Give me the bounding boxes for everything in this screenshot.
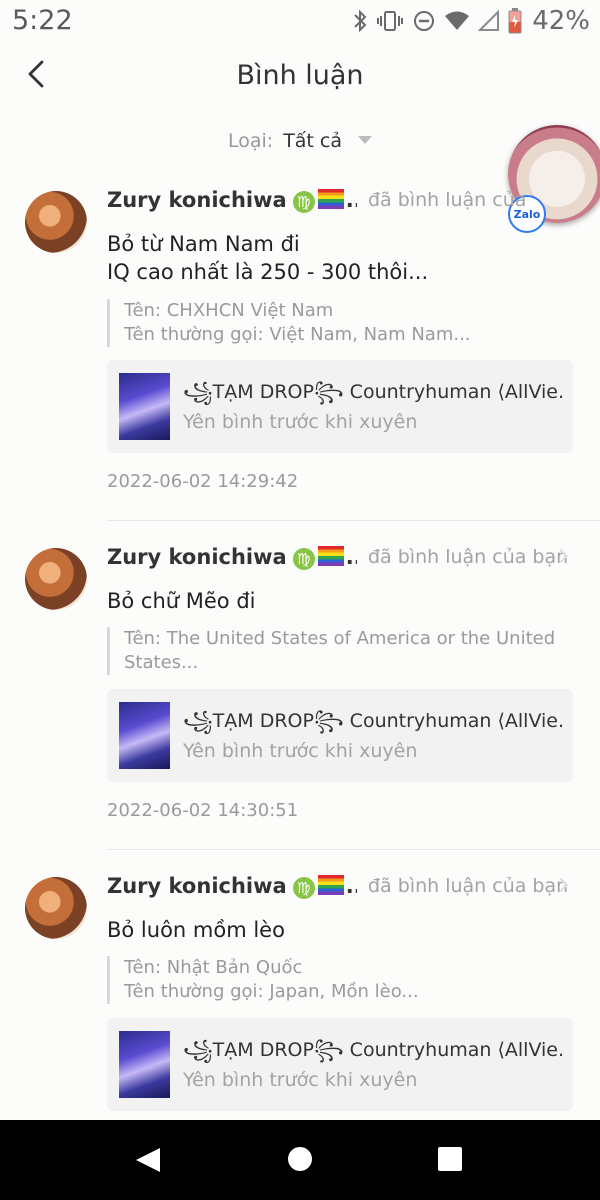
dnd-icon [414, 11, 435, 31]
rainbow-flag-icon [317, 875, 344, 895]
story-card[interactable]: ꧁TẠM DROP꧂ Countryhuman ⟨AllVie... Yên b… [107, 1018, 573, 1111]
comment-action-text: đã bình luận của bạn [368, 546, 569, 568]
vibrate-icon [377, 11, 404, 31]
rainbow-flag-icon [317, 546, 344, 566]
avatar[interactable] [25, 548, 87, 610]
divider [107, 520, 600, 521]
quoted-text: Tên: The United States of America or the… [107, 627, 567, 675]
quote-line: Tên: CHXHCN Việt Nam [124, 300, 334, 321]
story-thumbnail [119, 1031, 170, 1098]
virgo-emoji-icon: ♍ [292, 877, 315, 899]
chapter-title: Yên bình trước khi xuyên [183, 740, 418, 762]
wifi-icon [445, 11, 470, 30]
comment-timestamp: 2022-06-02 14:29:42 [107, 471, 299, 492]
comment-line: IQ cao nhất là 250 - 300 thôi... [107, 260, 429, 284]
nav-back-icon[interactable] [134, 1146, 162, 1174]
comment-timestamp: 2022-06-02 14:30:51 [107, 800, 299, 821]
comment-action-text: đã bình luận của bạn [368, 875, 569, 897]
name-ellipsis: ... [345, 545, 357, 569]
divider [107, 849, 600, 850]
rainbow-flag-icon [317, 189, 344, 209]
story-thumbnail [119, 373, 170, 440]
story-card[interactable]: ꧁TẠM DROP꧂ Countryhuman ⟨AllVie... Yên b… [107, 360, 573, 453]
avatar[interactable] [25, 191, 87, 253]
quote-line: Tên: The United States of America or the… [124, 628, 556, 649]
type-filter[interactable]: Loại: Tất cả [0, 130, 600, 152]
author-name: Zury konichiwa [107, 545, 287, 569]
header: Bình luận [0, 46, 600, 110]
author-name-line[interactable]: Zury konichiwa♍... [107, 545, 357, 575]
author-name-line[interactable]: Zury konichiwa♍... [107, 188, 357, 218]
status-icons: 42% [352, 6, 590, 36]
name-ellipsis: ... [345, 188, 357, 212]
story-thumbnail [119, 702, 170, 769]
bluetooth-icon [354, 9, 367, 33]
nav-home-icon[interactable] [287, 1146, 313, 1172]
comment-action-text: đã bình luận của [368, 189, 527, 211]
quote-line: States... [124, 652, 199, 673]
status-bar: 5:22 42% [0, 0, 600, 46]
comment-text: Bỏ chữ Mẽo đi [107, 587, 256, 615]
comment-line: Bỏ chữ Mẽo đi [107, 589, 256, 613]
quote-line: Tên thường gọi: Việt Nam, Nam Nam... [124, 324, 471, 345]
comment-line: Bỏ từ Nam Nam đi [107, 232, 300, 256]
name-ellipsis: ... [345, 874, 357, 898]
author-name-line[interactable]: Zury konichiwa♍... [107, 874, 357, 904]
status-time: 5:22 [12, 5, 73, 36]
page-title: Bình luận [236, 60, 364, 91]
chapter-title: Yên bình trước khi xuyên [183, 411, 418, 433]
comment-text: Bỏ luôn mồm lèo [107, 916, 285, 944]
caret-down-icon [358, 136, 373, 144]
author-name: Zury konichiwa [107, 188, 287, 212]
chapter-title: Yên bình trước khi xuyên [183, 1069, 418, 1091]
comment-text: Bỏ từ Nam Nam đi IQ cao nhất là 250 - 30… [107, 230, 428, 286]
battery-icon [508, 8, 522, 34]
quoted-text: Tên: CHXHCN Việt Nam Tên thường gọi: Việ… [107, 299, 567, 347]
virgo-emoji-icon: ♍ [292, 191, 315, 213]
filter-label: Loại: [227, 130, 274, 152]
quote-line: Tên: Nhật Bản Quốc [124, 957, 303, 978]
battery-percent: 42% [532, 6, 590, 36]
virgo-emoji-icon: ♍ [292, 548, 315, 570]
comment-line: Bỏ luôn mồm lèo [107, 918, 285, 942]
story-card[interactable]: ꧁TẠM DROP꧂ Countryhuman ⟨AllVie... Yên b… [107, 689, 573, 782]
avatar[interactable] [25, 877, 87, 939]
signal-icon [478, 10, 500, 31]
nav-recents-icon[interactable] [437, 1146, 463, 1172]
author-name: Zury konichiwa [107, 874, 287, 898]
quoted-text: Tên: Nhật Bản Quốc Tên thường gọi: Japan… [107, 956, 567, 1004]
quote-line: Tên thường gọi: Japan, Mồn lèo... [124, 981, 419, 1002]
filter-value: Tất cả [283, 130, 343, 152]
system-nav-bar [0, 1120, 600, 1200]
